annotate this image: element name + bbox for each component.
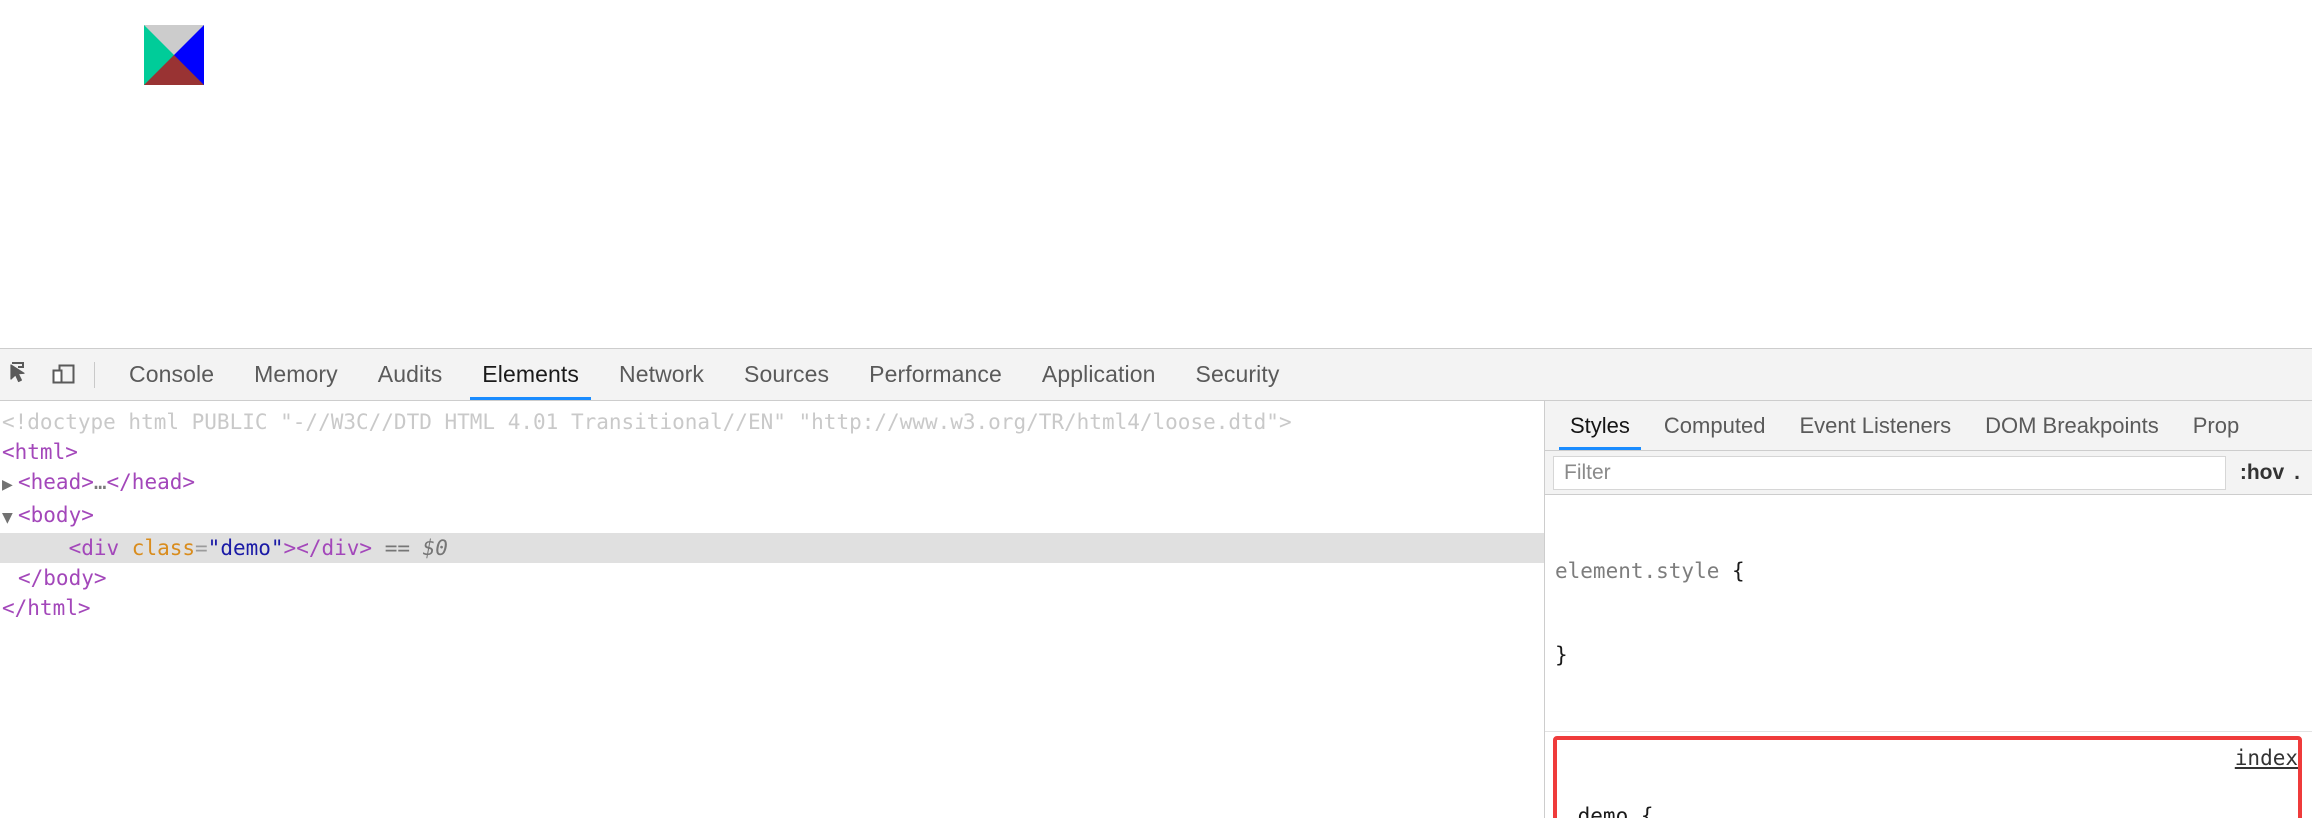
tab-sources[interactable]: Sources [724, 349, 849, 400]
styles-rules-list[interactable]: element.style { } .demo { width: 0px; he… [1545, 495, 2312, 818]
styles-filter-bar: :hov . [1545, 451, 2312, 495]
devtools-body: <!doctype html PUBLIC "-//W3C//DTD HTML … [0, 401, 2312, 818]
dom-line-div-demo[interactable]: <div class="demo"></div> == $0 [0, 533, 1544, 563]
tab-event-listeners[interactable]: Event Listeners [1782, 401, 1968, 450]
body-open-tag: <body> [18, 503, 94, 527]
stylesheet-source-link[interactable]: index [2235, 744, 2298, 772]
tab-audits-label: Audits [377, 361, 443, 387]
tab-computed-label: Computed [1663, 412, 1766, 438]
tab-properties[interactable]: Prop [2176, 401, 2256, 450]
dom-line-head[interactable]: ▶ <head>…</head> [0, 467, 1544, 500]
devtools-panel: Console Memory Audits Elements Network S… [0, 348, 2312, 818]
tab-audits[interactable]: Audits [358, 349, 463, 400]
div-close-tag: </div> [296, 536, 373, 560]
styles-sidebar-pane: Styles Computed Event Listeners DOM Brea… [1545, 401, 2312, 818]
html-close-tag: </html> [2, 596, 91, 620]
head-open-tag: <head> [18, 470, 94, 494]
dom-line-html-close[interactable]: </html> [0, 593, 1544, 623]
rule-element-style-selector[interactable]: element.style [1555, 559, 1719, 583]
devtools-tab-strip: Console Memory Audits Elements Network S… [109, 349, 1299, 400]
tab-properties-label: Prop [2192, 412, 2240, 438]
hover-state-button[interactable]: :hov [2226, 461, 2294, 485]
tab-styles[interactable]: Styles [1553, 401, 1647, 450]
tab-memory-label: Memory [254, 361, 338, 387]
tab-security[interactable]: Security [1176, 349, 1300, 400]
tab-performance[interactable]: Performance [849, 349, 1022, 400]
class-toggle-button[interactable]: . [2294, 461, 2306, 485]
tab-elements[interactable]: Elements [462, 349, 599, 400]
tab-application-label: Application [1041, 361, 1156, 387]
tab-performance-label: Performance [869, 361, 1002, 387]
rule-element-style-close-brace: } [1555, 643, 1568, 667]
body-close-tag: </body> [18, 566, 107, 590]
rule-element-style-header[interactable]: element.style { [1555, 557, 2312, 585]
html-open-tag: <html> [2, 440, 78, 464]
dom-tree-pane[interactable]: <!doctype html PUBLIC "-//W3C//DTD HTML … [0, 401, 1545, 818]
rule-demo-open-brace: { [1640, 804, 1654, 818]
div-class-attr-value[interactable]: "demo" [208, 536, 284, 560]
tab-console-label: Console [129, 361, 215, 387]
tab-styles-label: Styles [1570, 412, 1630, 438]
head-ellipsis[interactable]: … [94, 470, 107, 494]
dom-line-body-close[interactable]: </body> [0, 563, 1544, 593]
tab-sources-label: Sources [744, 361, 830, 387]
rule-demo-selector[interactable]: .demo [1565, 804, 1628, 818]
inspect-cursor-icon[interactable] [2, 355, 42, 395]
demo-element-box [144, 25, 204, 85]
styles-sidebar-tabbar: Styles Computed Event Listeners DOM Brea… [1545, 401, 2312, 451]
tab-security-label: Security [1195, 361, 1280, 387]
tab-dom-breakpoints-label: DOM Breakpoints [1985, 412, 2159, 438]
rule-element-style-open-brace: { [1732, 559, 1745, 583]
doctype-text: <!doctype html PUBLIC "-//W3C//DTD HTML … [2, 410, 1292, 434]
div-open-tag: <div [68, 536, 132, 560]
chevron-down-icon[interactable]: ▼ [2, 503, 18, 533]
dom-line-body-open[interactable]: ▼ <body> [0, 500, 1544, 533]
tab-network[interactable]: Network [599, 349, 724, 400]
dom-line-html-open[interactable]: <html> [0, 437, 1544, 467]
devtools-toolbar: Console Memory Audits Elements Network S… [0, 349, 2312, 401]
div-attr-equals: = [195, 536, 208, 560]
head-close-tag: </head> [106, 470, 196, 494]
tab-elements-label: Elements [482, 361, 579, 387]
rule-demo-header[interactable]: .demo { [1565, 802, 2298, 818]
tab-dom-breakpoints[interactable]: DOM Breakpoints [1968, 401, 2176, 450]
rule-demo[interactable]: .demo { width: 0px; height: 0px; border-… [1553, 736, 2302, 818]
tab-application[interactable]: Application [1022, 349, 1176, 400]
div-open-tag-close: > [283, 536, 297, 560]
dom-line-doctype[interactable]: <!doctype html PUBLIC "-//W3C//DTD HTML … [0, 407, 1544, 437]
toolbar-divider [94, 361, 95, 388]
tab-memory[interactable]: Memory [234, 349, 358, 400]
tab-network-label: Network [618, 361, 705, 387]
device-toolbar-icon[interactable] [44, 355, 84, 395]
rule-element-style[interactable]: element.style { } [1545, 495, 2312, 732]
styles-filter-input[interactable] [1553, 455, 2226, 490]
tab-computed[interactable]: Computed [1647, 401, 1783, 450]
div-class-attr-name[interactable]: class [132, 536, 195, 560]
chevron-right-icon[interactable]: ▶ [2, 470, 18, 500]
selected-node-marker: == $0 [384, 536, 448, 560]
tab-console[interactable]: Console [109, 349, 234, 400]
tab-event-listeners-label: Event Listeners [1799, 412, 1952, 438]
page-viewport [0, 0, 2312, 348]
